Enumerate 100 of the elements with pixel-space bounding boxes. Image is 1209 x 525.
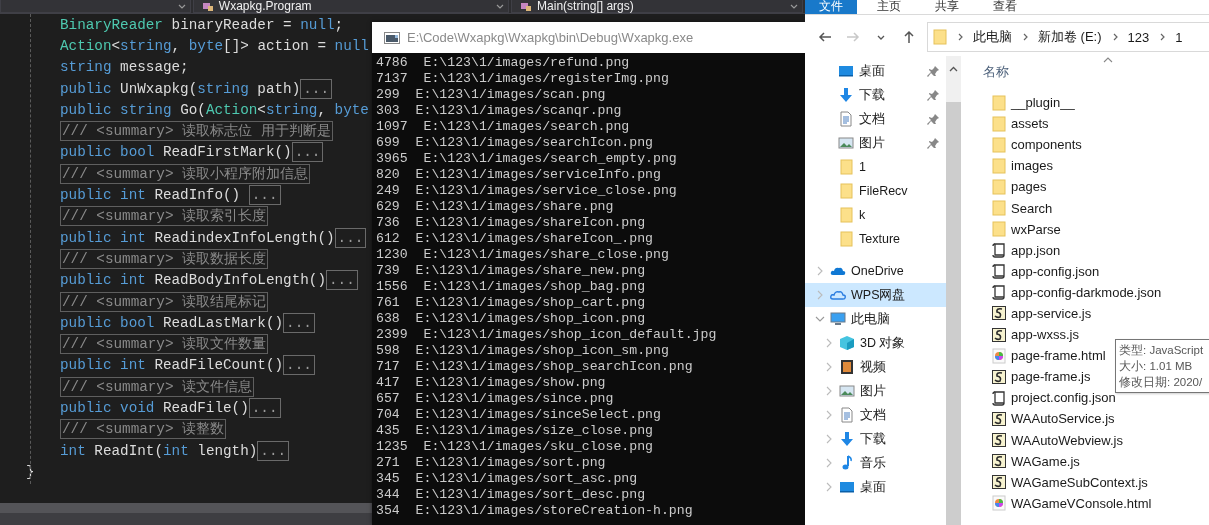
- file-item[interactable]: wxParse: [983, 218, 1209, 240]
- expanded-chevron-icon[interactable]: [815, 314, 825, 324]
- script-file-icon: [991, 263, 1007, 280]
- collapsed-code-button[interactable]: ...: [248, 185, 281, 205]
- file-item[interactable]: components: [983, 134, 1209, 156]
- collapsed-comment[interactable]: /// <summary> 读整数: [60, 419, 227, 440]
- ribbon-tab[interactable]: 查看: [979, 0, 1031, 14]
- collapsed-code-button[interactable]: ...: [257, 440, 290, 461]
- chevron-icon[interactable]: [824, 338, 834, 348]
- collapsed-code-button[interactable]: ...: [334, 227, 367, 248]
- collapsed-comment[interactable]: /// <summary> 读取数据长度: [60, 248, 269, 269]
- nav-item[interactable]: 此电脑: [805, 307, 946, 331]
- javascript-file-icon: [991, 432, 1007, 449]
- download-icon: [838, 87, 854, 103]
- ribbon-tab[interactable]: 共享: [921, 0, 973, 14]
- nav-item[interactable]: FileRecv: [805, 179, 946, 203]
- dropdown-button[interactable]: [0, 0, 191, 13]
- console-line: 344 E:\123\1/images/sort_desc.png: [376, 487, 647, 503]
- file-item[interactable]: WAGameVConsole.html: [983, 492, 1209, 514]
- nav-item[interactable]: WPS网盘: [805, 283, 946, 307]
- collapsed-comment[interactable]: /// <summary> 读取标志位 用于判断是: [60, 121, 333, 142]
- column-header[interactable]: 名称: [983, 62, 1209, 83]
- folder-icon: [933, 29, 947, 45]
- breadcrumb[interactable]: 新加卷 (E:): [1038, 28, 1102, 46]
- nav-item[interactable]: 图片: [805, 131, 946, 155]
- document-icon: [838, 111, 854, 127]
- file-item[interactable]: app-service.js: [983, 302, 1209, 325]
- chevron-icon[interactable]: [815, 266, 825, 276]
- nav-item[interactable]: 文档: [805, 107, 946, 131]
- breadcrumb[interactable]: 此电脑: [973, 28, 1012, 46]
- nav-item[interactable]: OneDrive: [805, 259, 946, 283]
- nav-item[interactable]: Texture: [805, 227, 946, 251]
- nav-item[interactable]: 图片: [805, 379, 946, 403]
- nav-item[interactable]: k: [805, 203, 946, 227]
- breadcrumb[interactable]: 123: [1127, 29, 1150, 45]
- ribbon-tab[interactable]: 文件: [805, 0, 857, 14]
- folder-icon: [991, 94, 1007, 111]
- horizontal-scrollbar[interactable]: [0, 503, 372, 525]
- collapsed-code-button[interactable]: ...: [300, 78, 332, 99]
- dropdown-button[interactable]: Wxapkg.Program: [192, 0, 510, 13]
- javascript-file-icon: [991, 410, 1007, 427]
- file-item[interactable]: app-config-darkmode.json: [983, 281, 1209, 303]
- chevron-icon[interactable]: [815, 290, 825, 300]
- folder-icon: [991, 115, 1007, 132]
- collapsed-comment[interactable]: /// <summary> 读文件信息: [60, 376, 255, 397]
- file-item[interactable]: __plugin__: [983, 92, 1209, 114]
- address-bar[interactable]: 此电脑 新加卷 (E:) 123 1: [927, 22, 1209, 52]
- console-line: 354 E:\123\1/images/storeCreation-h.png: [376, 503, 694, 519]
- code-line: public bool ReadFirstMark(): [60, 144, 292, 161]
- class-icon: [520, 0, 533, 12]
- file-item[interactable]: app-config.json: [983, 260, 1209, 282]
- file-item[interactable]: Search: [983, 197, 1209, 219]
- vertical-scrollbar[interactable]: [946, 56, 961, 525]
- nav-item[interactable]: 视频: [805, 355, 946, 379]
- dropdown-button[interactable]: Main(string[] args): [511, 0, 803, 13]
- chevron-icon[interactable]: [824, 410, 834, 420]
- nav-item[interactable]: 文档: [805, 403, 946, 427]
- chevron-icon[interactable]: [824, 362, 834, 372]
- collapsed-code-button[interactable]: ...: [325, 270, 358, 291]
- code-line: public int ReadindexInfoLength(): [60, 229, 335, 246]
- collapsed-comment[interactable]: /// <summary> 读取索引长度: [60, 206, 269, 227]
- file-item[interactable]: pages: [983, 176, 1209, 198]
- collapsed-code-button[interactable]: ...: [291, 142, 324, 163]
- file-item[interactable]: WAGameSubContext.js: [983, 471, 1209, 493]
- console-line: 1097 E:\123\1/images/search.png: [376, 119, 631, 135]
- caret-icon: [496, 2, 505, 10]
- file-item[interactable]: images: [983, 155, 1209, 177]
- nav-item[interactable]: 桌面: [805, 475, 946, 499]
- collapsed-code-button[interactable]: ...: [248, 398, 281, 418]
- nav-item[interactable]: 下载: [805, 83, 946, 107]
- console-line: 657 E:\123\1/images/since.png: [376, 391, 615, 407]
- console-line: 736 E:\123\1/images/shareIcon.png: [376, 215, 647, 231]
- collapsed-code-button[interactable]: ...: [283, 355, 315, 376]
- nav-item[interactable]: 下载: [805, 427, 946, 451]
- collapsed-comment[interactable]: /// <summary> 读取文件数量: [60, 334, 269, 355]
- chevron-icon[interactable]: [824, 386, 834, 396]
- file-item[interactable]: project.config.json: [983, 387, 1209, 409]
- nav-item[interactable]: 音乐: [805, 451, 946, 475]
- scroll-up-icon: [949, 66, 958, 72]
- file-item[interactable]: WAGame.js: [983, 450, 1209, 472]
- chevron-icon[interactable]: [824, 482, 834, 492]
- console-line: 1556 E:\123\1/images/shop_bag.png: [376, 279, 647, 295]
- console-line: 417 E:\123\1/images/show.png: [376, 375, 607, 391]
- nav-item[interactable]: 桌面: [805, 59, 946, 83]
- file-item[interactable]: WAAutoService.js: [983, 408, 1209, 430]
- nav-item[interactable]: 1: [805, 155, 946, 179]
- file-item[interactable]: app.json: [983, 239, 1209, 261]
- console-line: 598 E:\123\1/images/shop_icon_sm.png: [376, 343, 670, 359]
- code-line: public bool ReadLastMark(): [60, 314, 284, 331]
- ribbon-tab[interactable]: 主页: [863, 0, 915, 14]
- collapsed-code-button[interactable]: ...: [283, 312, 315, 333]
- file-item[interactable]: WAAutoWebview.js: [983, 429, 1209, 451]
- breadcrumb[interactable]: 1: [1175, 29, 1183, 45]
- collapsed-comment[interactable]: /// <summary> 读取结尾标记: [60, 291, 269, 312]
- chevron-icon[interactable]: [824, 458, 834, 468]
- chevron-icon[interactable]: [824, 434, 834, 444]
- collapsed-comment[interactable]: /// <summary> 读取小程序附加信息: [60, 163, 311, 184]
- picture-icon: [838, 135, 854, 151]
- nav-item[interactable]: 3D 对象: [805, 331, 946, 355]
- file-item[interactable]: assets: [983, 113, 1209, 135]
